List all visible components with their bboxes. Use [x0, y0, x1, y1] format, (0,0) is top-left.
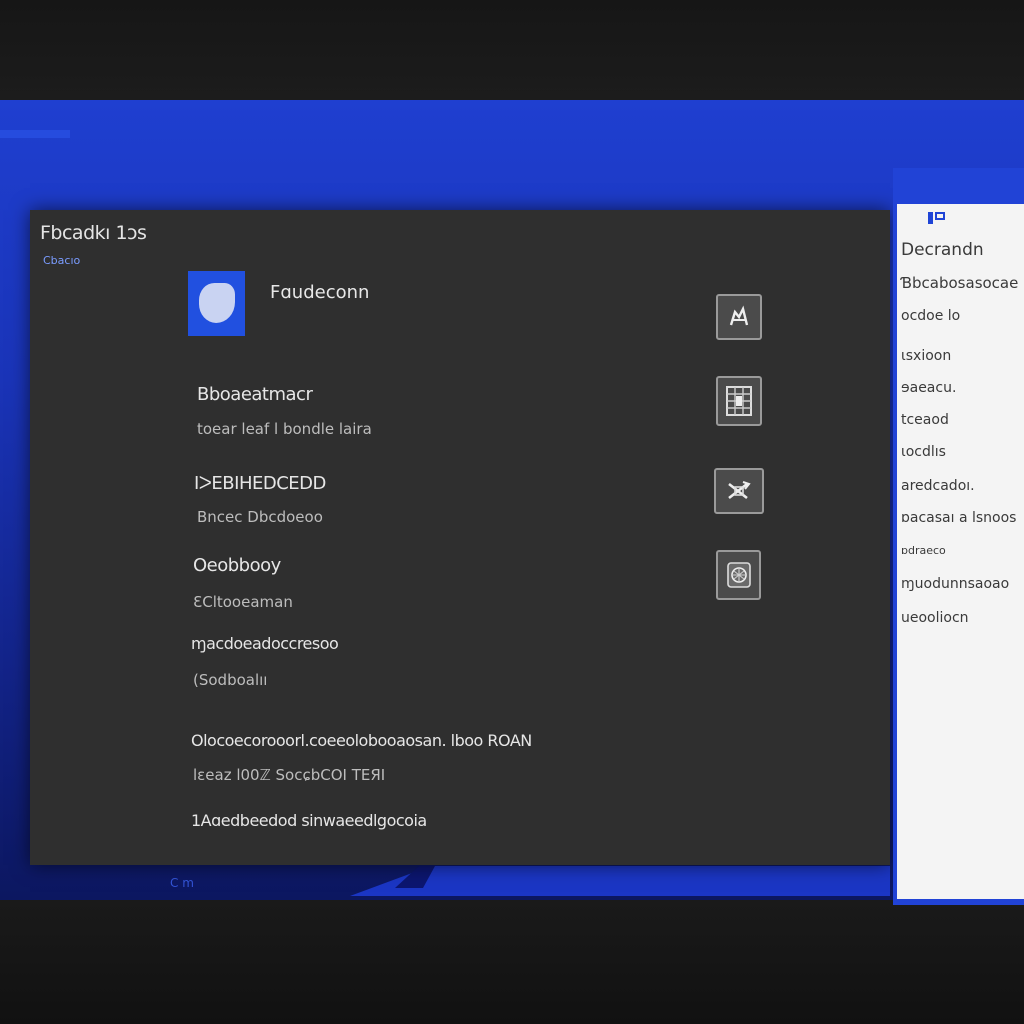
side-item-3[interactable]: ɩsxioon	[901, 348, 951, 364]
side-item-7[interactable]: aredcadoı.	[901, 478, 975, 494]
edit-glyph	[729, 305, 749, 326]
side-item-5[interactable]: tceaod	[901, 412, 949, 428]
panel-subtitle-link[interactable]: Cbacıo	[43, 254, 80, 267]
top-bezel	[0, 0, 1024, 100]
side-item-1[interactable]: Ɓbcabosasocae	[901, 274, 1018, 292]
side-item-10[interactable]: ɱuodunnsaoao	[901, 576, 1009, 592]
setting-desc-2: Bncec Dbcdoeoo	[197, 508, 323, 526]
side-sheet: Decrandn Ɓbcabosasocae ocdoe lo ɩsxioon …	[897, 204, 1024, 899]
account-avatar[interactable]	[188, 271, 245, 336]
side-heading: Decrandn	[901, 240, 984, 260]
avatar-shape	[199, 283, 235, 323]
setting-desc-4: (Sodboalıı	[193, 671, 268, 689]
taskbar-label: C m	[170, 876, 194, 890]
shuffle-icon[interactable]	[714, 468, 764, 514]
chip-icon[interactable]	[716, 550, 761, 600]
setting-desc-3: ƐCltooeaman	[193, 593, 293, 611]
setting-title-4[interactable]: ɱacdoeadoccresoo	[191, 634, 339, 653]
settings-panel: Fbcadkı 1ɔs Cbacıo Fɑudeconn Bboaeatmacr…	[30, 210, 890, 865]
setting-title-5[interactable]: Olocoecorooorl.coeeolobooaosan. lboo ROA…	[191, 731, 532, 750]
shuffle-glyph	[728, 481, 751, 500]
grid-glyph	[726, 386, 752, 416]
setting-title-1[interactable]: Bboaeatmacr	[197, 384, 313, 405]
side-item-9[interactable]: ɒdraeco	[901, 544, 946, 557]
panel-title: Fbcadkı 1ɔs	[40, 222, 147, 244]
side-item-4[interactable]: ɘaeacu.	[901, 380, 956, 396]
account-name: Fɑudeconn	[270, 282, 370, 303]
side-item-2[interactable]: ocdoe lo	[901, 308, 960, 324]
edit-icon[interactable]	[716, 294, 762, 340]
side-item-11[interactable]: ueooliocn	[901, 610, 969, 626]
setting-title-3[interactable]: Oeobbooy	[193, 555, 281, 576]
bottom-bezel	[0, 900, 1024, 1024]
logo-icon	[928, 212, 945, 224]
chip-glyph	[726, 562, 751, 588]
side-item-8[interactable]: ɒacasaı a lsnoos	[901, 510, 1016, 526]
setting-desc-1: toear leaf l bondle laira	[197, 420, 372, 438]
setting-title-6[interactable]: 1Aɑedbeedod sinwaeedlgocoia	[191, 811, 427, 830]
side-item-6[interactable]: ɩocdlıs	[901, 444, 946, 460]
side-window: Decrandn Ɓbcabosasocae ocdoe lo ɩsxioon …	[893, 168, 1024, 905]
setting-title-2[interactable]: IᐳEBIHEDCEDD	[194, 473, 326, 494]
setting-desc-5: lɛeaz l00ℤ SocɕbCOI TEЯI	[193, 766, 386, 784]
grid-icon[interactable]	[716, 376, 762, 426]
desktop-highlight	[0, 130, 70, 138]
